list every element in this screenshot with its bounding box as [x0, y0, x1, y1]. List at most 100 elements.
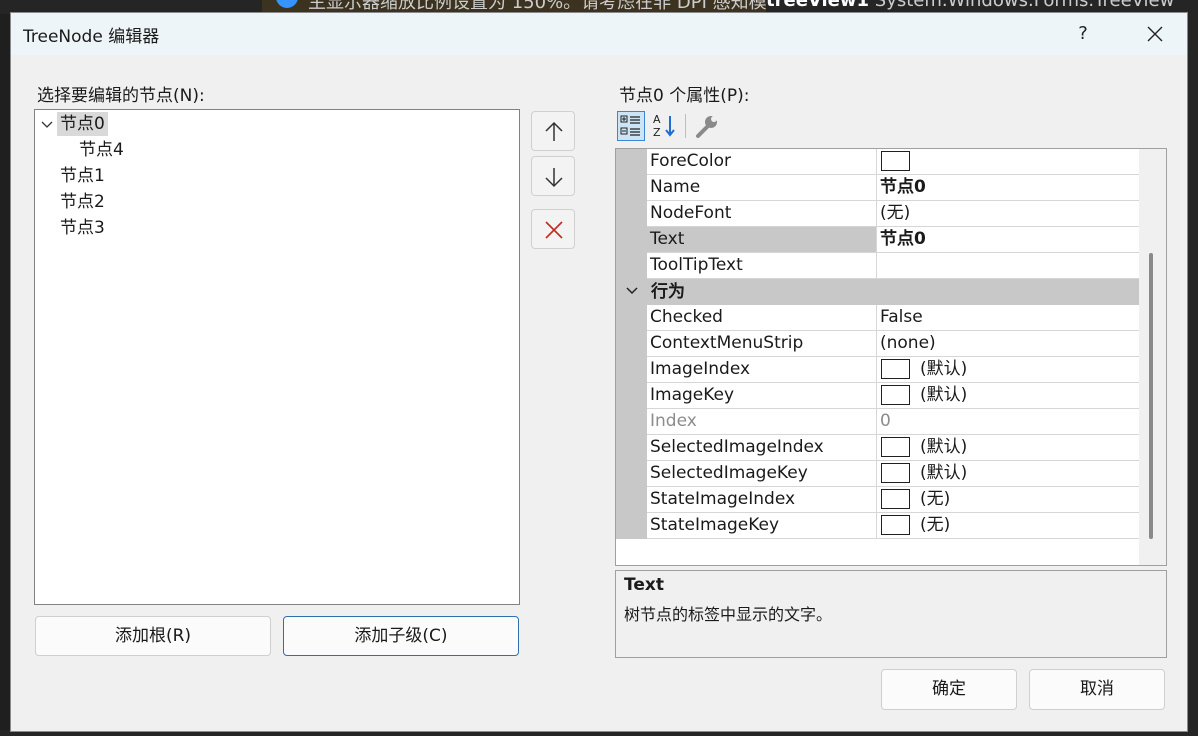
- category-behavior[interactable]: 行为: [616, 279, 1139, 305]
- property-value-text: (默认): [920, 437, 968, 457]
- move-up-button[interactable]: [531, 111, 575, 151]
- property-value-color[interactable]: [880, 149, 1138, 174]
- window-title: TreeNode 编辑器: [23, 27, 160, 47]
- property-name: SelectedImageKey: [647, 461, 877, 486]
- property-value-readonly: 0: [880, 411, 891, 431]
- property-row-selectedimageindex[interactable]: SelectedImageIndex (默认): [647, 435, 1139, 461]
- property-value-text: (默认): [920, 463, 968, 483]
- tree-node-3[interactable]: 节点3: [60, 216, 105, 240]
- arrow-down-icon: [545, 168, 563, 188]
- description-title: Text: [624, 575, 664, 595]
- categorized-button[interactable]: [617, 111, 645, 141]
- property-value-text: (默认): [920, 385, 968, 405]
- grid-gutter: [616, 149, 647, 539]
- ok-button[interactable]: 确定: [881, 669, 1017, 710]
- property-name: StateImageKey: [647, 513, 877, 538]
- close-icon: [1147, 26, 1163, 42]
- description-text: 树节点的标签中显示的文字。: [624, 605, 833, 624]
- property-value[interactable]: (无): [880, 201, 1138, 226]
- wrench-icon: [696, 116, 717, 138]
- image-swatch: [881, 385, 910, 405]
- property-value-image[interactable]: (无): [880, 487, 1138, 512]
- property-value-text: (默认): [920, 359, 968, 379]
- property-row-name[interactable]: Name 节点0: [647, 175, 1139, 201]
- sort-alphabetical-icon: A Z: [653, 113, 675, 139]
- property-row-imageindex[interactable]: ImageIndex (默认): [647, 357, 1139, 383]
- property-value-image[interactable]: (默认): [880, 357, 1138, 382]
- property-value[interactable]: [880, 253, 1138, 278]
- property-row-contextmenustrip[interactable]: ContextMenuStrip (none): [647, 331, 1139, 357]
- add-child-button[interactable]: 添加子级(C): [283, 616, 519, 656]
- svg-text:Z: Z: [653, 126, 661, 139]
- category-label: 行为: [651, 282, 685, 302]
- svg-text:A: A: [653, 113, 661, 126]
- property-value[interactable]: False: [880, 305, 1138, 330]
- tree-label: 选择要编辑的节点(N):: [37, 86, 205, 106]
- tree-node-2[interactable]: 节点2: [60, 190, 105, 214]
- help-button[interactable]: ?: [1061, 17, 1105, 51]
- tree-node-4[interactable]: 节点4: [79, 138, 124, 162]
- delete-button[interactable]: [531, 209, 575, 249]
- chevron-down-icon[interactable]: [41, 121, 53, 129]
- tree-node-1[interactable]: 节点1: [60, 164, 105, 188]
- description-panel: Text 树节点的标签中显示的文字。: [615, 570, 1167, 658]
- property-row-checked[interactable]: Checked False: [647, 305, 1139, 331]
- arrow-up-icon: [545, 121, 563, 141]
- property-row-imagekey[interactable]: ImageKey (默认): [647, 383, 1139, 409]
- property-row-stateimageindex[interactable]: StateImageIndex (无): [647, 487, 1139, 513]
- property-value-text: (无): [920, 489, 951, 509]
- ide-component-type: System.Windows.Forms.TreeView: [874, 0, 1175, 11]
- property-name: NodeFont: [647, 201, 877, 226]
- title-bar: TreeNode 编辑器 ?: [11, 13, 1187, 55]
- categorized-icon: [620, 115, 640, 136]
- property-name: ImageKey: [647, 383, 877, 408]
- delete-x-icon: [545, 221, 563, 239]
- property-grid[interactable]: ForeColor Name 节点0 NodeFont (无) Text 节点0…: [615, 148, 1167, 566]
- property-pages-button[interactable]: [693, 111, 721, 141]
- ide-component-header: treeView1 System.Windows.Forms.TreeView: [766, 0, 1174, 11]
- property-name: ForeColor: [647, 149, 877, 174]
- image-swatch: [881, 463, 910, 483]
- close-button[interactable]: [1131, 17, 1179, 51]
- property-value-image[interactable]: (默认): [880, 435, 1138, 460]
- property-name: ToolTipText: [647, 253, 877, 278]
- properties-label: 节点0 个属性(P):: [619, 86, 750, 106]
- toolbar-separator: [685, 114, 686, 138]
- property-row-tooltiptext[interactable]: ToolTipText: [647, 253, 1139, 279]
- tree-node-0[interactable]: 节点0: [57, 112, 108, 136]
- add-root-button[interactable]: 添加根(R): [35, 616, 271, 656]
- property-name-selected: Text: [647, 227, 877, 252]
- chevron-down-icon[interactable]: [626, 287, 638, 295]
- alphabetical-button[interactable]: A Z: [651, 111, 679, 141]
- cancel-button[interactable]: 取消: [1029, 669, 1165, 710]
- property-row-selectedimagekey[interactable]: SelectedImageKey (默认): [647, 461, 1139, 487]
- property-name: StateImageIndex: [647, 487, 877, 512]
- image-swatch: [881, 515, 910, 535]
- property-row-text[interactable]: Text 节点0: [647, 227, 1139, 253]
- image-swatch: [881, 489, 910, 509]
- image-swatch: [881, 437, 910, 457]
- property-row-nodefont[interactable]: NodeFont (无): [647, 201, 1139, 227]
- grid-scrollbar[interactable]: [1139, 149, 1166, 565]
- color-swatch: [881, 151, 910, 171]
- property-value-text: (无): [920, 515, 951, 535]
- property-value-image[interactable]: (默认): [880, 461, 1138, 486]
- property-value-image[interactable]: (无): [880, 513, 1138, 538]
- scrollbar-thumb[interactable]: [1149, 253, 1153, 539]
- property-row-stateimagekey[interactable]: StateImageKey (无): [647, 513, 1139, 539]
- move-down-button[interactable]: [531, 156, 575, 196]
- info-icon: [276, 0, 298, 8]
- treenode-editor-dialog: TreeNode 编辑器 ? 选择要编辑的节点(N): 节点0 节点4 节点1 …: [10, 12, 1188, 732]
- property-row-index[interactable]: Index 0: [647, 409, 1139, 435]
- property-value[interactable]: (none): [880, 331, 1138, 356]
- ide-component-name: treeView1: [766, 0, 870, 11]
- image-swatch: [881, 359, 910, 379]
- property-value-image[interactable]: (默认): [880, 383, 1138, 408]
- node-tree[interactable]: 节点0 节点4 节点1 节点2 节点3: [34, 109, 520, 605]
- property-value[interactable]: 节点0: [880, 175, 1138, 200]
- property-row-forecolor[interactable]: ForeColor: [647, 149, 1139, 175]
- property-name: ImageIndex: [647, 357, 877, 382]
- property-toolbar: A Z: [615, 111, 725, 143]
- property-value[interactable]: 节点0: [880, 227, 1138, 252]
- property-name: Name: [647, 175, 877, 200]
